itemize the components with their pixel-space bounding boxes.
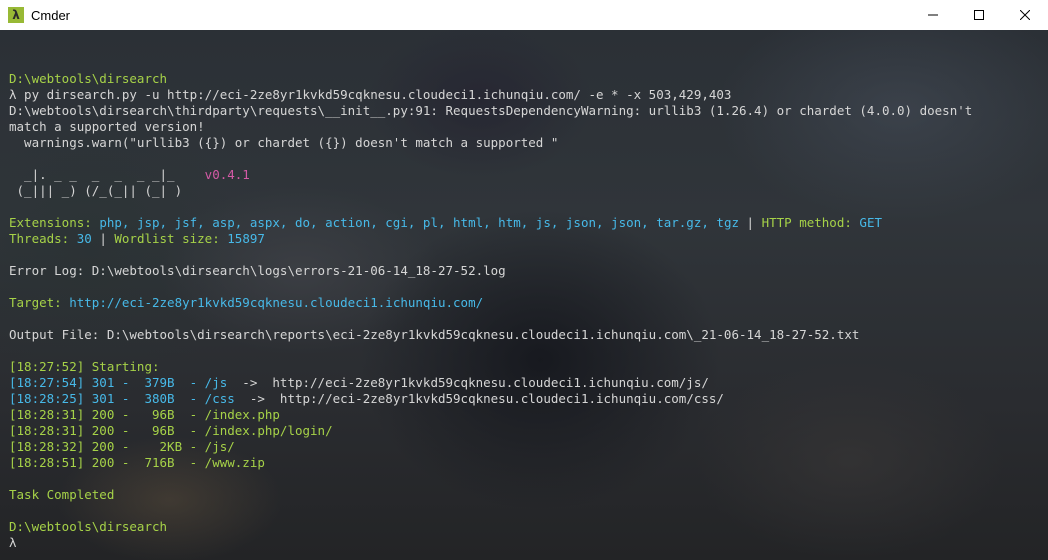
terminal-text-segment: Output File: D:\webtools\dirsearch\repor…: [9, 327, 860, 342]
terminal-text-segment: Extensions:: [9, 215, 100, 230]
terminal-line: λ: [9, 535, 972, 551]
terminal-text-segment: [18:28:51] 200 - 716B - /www.zip: [9, 455, 265, 470]
terminal-text-segment: [18:28:31] 200 - 96B - /index.php: [9, 407, 280, 422]
terminal-line: [18:27:54] 301 - 379B - /js -> http://ec…: [9, 375, 972, 391]
terminal-text-segment: D:\webtools\dirsearch: [9, 71, 168, 86]
terminal-text-segment: λ py dirsearch.py -u http://eci-2ze8yr1k…: [9, 87, 732, 102]
terminal-text-segment: [18:28:25] 301 - 380B - /css: [9, 391, 250, 406]
terminal-text-segment: Target:: [9, 295, 70, 310]
terminal-line: [18:27:52] Starting:: [9, 359, 972, 375]
terminal-line: Threads: 30 | Wordlist size: 15897: [9, 231, 972, 247]
terminal-text-segment: |: [739, 215, 762, 230]
terminal-text-segment: -> http://eci-2ze8yr1kvkd59cqknesu.cloud…: [249, 391, 724, 406]
terminal-line: [18:28:51] 200 - 716B - /www.zip: [9, 455, 972, 471]
window-title: Cmder: [31, 7, 71, 23]
terminal-text-segment: 30: [76, 231, 92, 246]
terminal-text-segment: _|. _ _ _ _ _ _|_: [9, 167, 205, 182]
terminal-text-segment: Wordlist size:: [114, 231, 228, 246]
terminal-text-segment: Error Log: D:\webtools\dirsearch\logs\er…: [9, 263, 506, 278]
terminal-text-segment: [18:28:31] 200 - 96B - /index.php/login/: [9, 423, 333, 438]
terminal-text-segment: php, jsp, jsf, asp, aspx, do, action, cg…: [99, 215, 739, 230]
terminal-line: [18:28:25] 301 - 380B - /css -> http://e…: [9, 391, 972, 407]
terminal-line: _|. _ _ _ _ _ _|_ v0.4.1: [9, 167, 972, 183]
terminal-line: Extensions: php, jsp, jsf, asp, aspx, do…: [9, 215, 972, 231]
maximize-icon: [974, 10, 984, 20]
terminal-line: Target: http://eci-2ze8yr1kvkd59cqknesu.…: [9, 295, 972, 311]
terminal-console[interactable]: D:\webtools\dirsearch λ py dirsearch.py -…: [0, 30, 1048, 560]
terminal-text-segment: D:\webtools\dirsearch: [9, 519, 168, 534]
terminal-text-segment: 15897: [227, 231, 265, 246]
terminal-line: [18:28:31] 200 - 96B - /index.php/login/: [9, 423, 972, 439]
terminal-text-segment: HTTP method:: [761, 215, 860, 230]
terminal-line: D:\webtools\dirsearch: [9, 71, 972, 87]
terminal-text-segment: v0.4.1: [204, 167, 250, 182]
terminal-text-segment: D:\webtools\dirsearch\thirdparty\request…: [9, 103, 973, 118]
terminal-text-segment: [18:28:32] 200 - 2KB - /js/: [9, 439, 235, 454]
title-bar: λ Cmder: [0, 0, 1048, 30]
maximize-button[interactable]: [956, 0, 1002, 30]
terminal-line: (_||| _) (/_(_|| (_| ): [9, 183, 972, 199]
cmder-app-icon: λ: [8, 7, 24, 23]
terminal-line: match a supported version!: [9, 119, 972, 135]
terminal-text-segment: (_||| _) (/_(_|| (_| ): [9, 183, 183, 198]
minimize-button[interactable]: [910, 0, 956, 30]
terminal-line: Task Completed: [9, 487, 972, 503]
terminal-text-segment: λ: [9, 535, 17, 550]
terminal-line: λ py dirsearch.py -u http://eci-2ze8yr1k…: [9, 87, 972, 103]
terminal-text-segment: http://eci-2ze8yr1kvkd59cqknesu.cloudeci…: [69, 295, 484, 310]
terminal-text-segment: GET: [859, 215, 882, 230]
terminal-text-segment: [18:27:52] Starting:: [9, 359, 168, 374]
terminal-line: Error Log: D:\webtools\dirsearch\logs\er…: [9, 263, 972, 279]
terminal-text-segment: -> http://eci-2ze8yr1kvkd59cqknesu.cloud…: [242, 375, 709, 390]
close-icon: [1020, 10, 1030, 20]
minimize-icon: [928, 14, 938, 16]
close-button[interactable]: [1002, 0, 1048, 30]
terminal-text-segment: Threads:: [9, 231, 77, 246]
terminal-text-segment: [18:27:54] 301 - 379B - /js: [9, 375, 243, 390]
terminal-output: D:\webtools\dirsearch λ py dirsearch.py -…: [9, 55, 972, 551]
terminal-text-segment: |: [91, 231, 115, 246]
terminal-line: Output File: D:\webtools\dirsearch\repor…: [9, 327, 972, 343]
terminal-line: [18:28:32] 200 - 2KB - /js/: [9, 439, 972, 455]
terminal-line: D:\webtools\dirsearch: [9, 519, 972, 535]
terminal-text-segment: match a supported version!: [9, 119, 205, 134]
terminal-text-segment: warnings.warn("urllib3 ({}) or chardet (…: [9, 135, 559, 150]
terminal-line: [18:28:31] 200 - 96B - /index.php: [9, 407, 972, 423]
window-controls: [910, 0, 1048, 30]
terminal-line: D:\webtools\dirsearch\thirdparty\request…: [9, 103, 972, 119]
terminal-text-segment: Task Completed: [9, 487, 115, 502]
terminal-line: warnings.warn("urllib3 ({}) or chardet (…: [9, 135, 972, 151]
